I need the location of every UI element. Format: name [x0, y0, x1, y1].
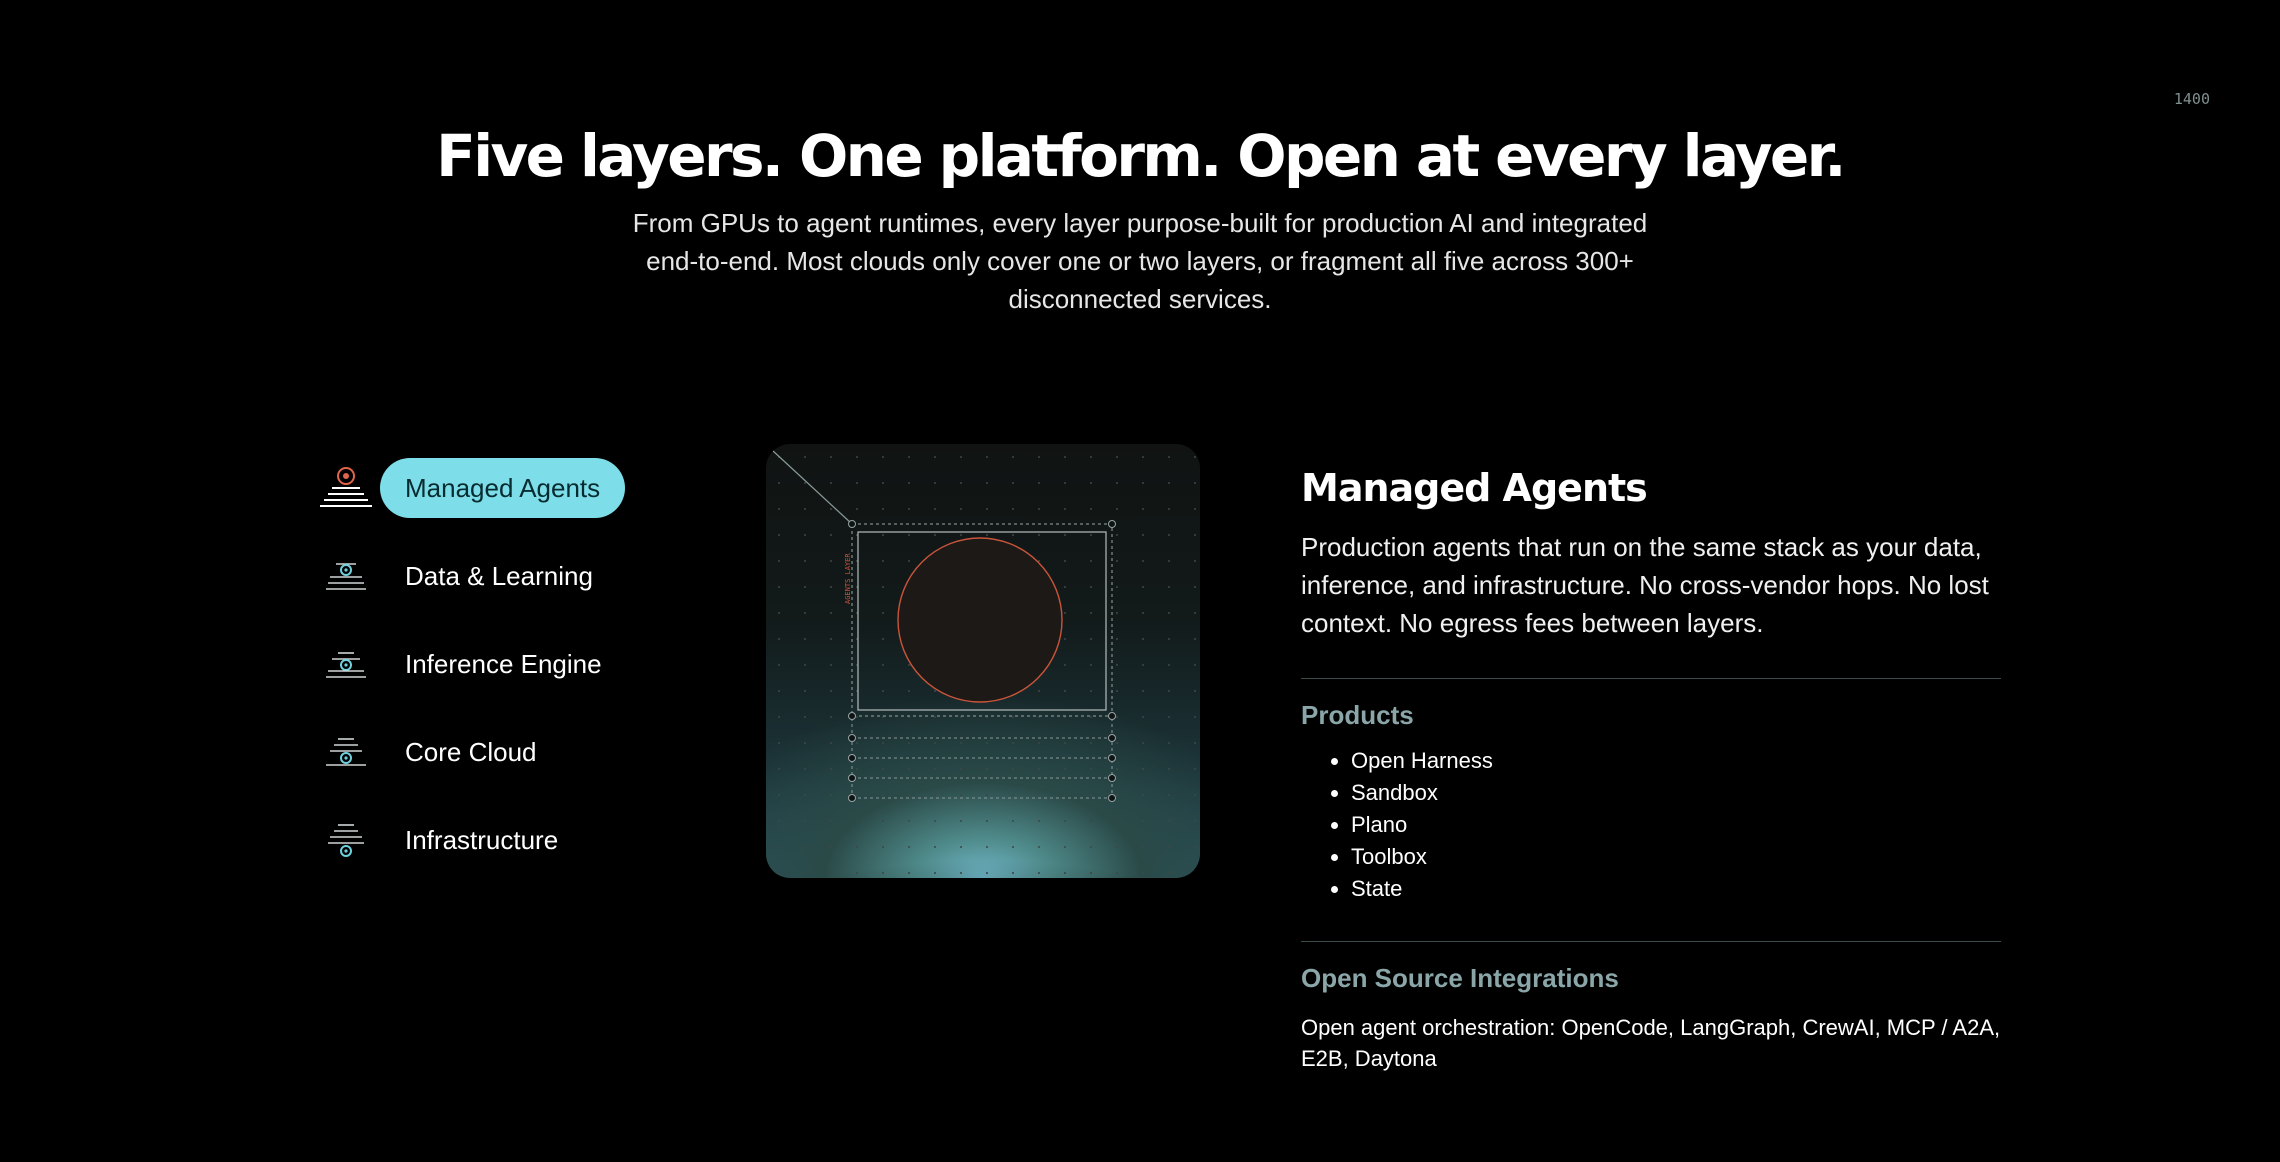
divider	[1301, 941, 2001, 942]
layers-stack-icon	[328, 824, 364, 857]
nav-item-core-cloud[interactable]: Core Cloud	[318, 720, 658, 784]
layer-nav: Managed Agents Data & Learning Inference…	[318, 456, 658, 896]
detail-description: Production agents that run on the same s…	[1301, 532, 1989, 638]
products-heading: Products	[1301, 700, 1414, 730]
list-item: Sandbox	[1351, 777, 2001, 809]
page-subtitle: From GPUs to agent runtimes, every layer…	[632, 208, 1648, 314]
hero-section: Five layers. One platform. Open at every…	[0, 120, 2280, 318]
oss-heading: Open Source Integrations	[1301, 963, 1619, 993]
stack-diagram-illustration: AGENTS LAYER	[766, 444, 1200, 878]
list-item: Toolbox	[1351, 841, 2001, 873]
nav-label: Data & Learning	[405, 560, 593, 591]
list-item: Plano	[1351, 809, 2001, 841]
corner-number: 1400	[2173, 90, 2210, 108]
nav-item-inference-engine[interactable]: Inference Engine	[318, 632, 658, 696]
layers-stack-icon	[320, 467, 372, 507]
layer-detail: Managed Agents Production agents that ru…	[1301, 460, 2001, 1074]
page-title: Five layers. One platform. Open at every…	[436, 122, 1846, 190]
detail-title: Managed Agents	[1301, 466, 1648, 510]
oss-integrations-text: Open agent orchestration: OpenCode, Lang…	[1301, 1015, 2001, 1071]
list-item: State	[1351, 873, 2001, 905]
layers-stack-icon	[326, 738, 366, 766]
products-list: Open Harness Sandbox Plano Toolbox State	[1301, 745, 2001, 905]
nav-item-data-learning[interactable]: Data & Learning	[318, 544, 658, 608]
nav-label: Infrastructure	[405, 824, 559, 855]
nav-item-managed-agents[interactable]: Managed Agents	[318, 456, 658, 520]
nav-label: Core Cloud	[405, 736, 537, 767]
list-item: Open Harness	[1351, 745, 2001, 777]
nav-label: Inference Engine	[405, 648, 602, 679]
layers-stack-icon	[326, 563, 366, 590]
divider	[1301, 678, 2001, 679]
nav-item-infrastructure[interactable]: Infrastructure	[318, 808, 658, 872]
layer-visual: AGENTS LAYER	[766, 444, 1200, 878]
nav-label: Managed Agents	[380, 458, 626, 518]
layers-stack-icon	[326, 652, 366, 678]
vertical-layer-label: AGENTS LAYER	[844, 553, 852, 604]
